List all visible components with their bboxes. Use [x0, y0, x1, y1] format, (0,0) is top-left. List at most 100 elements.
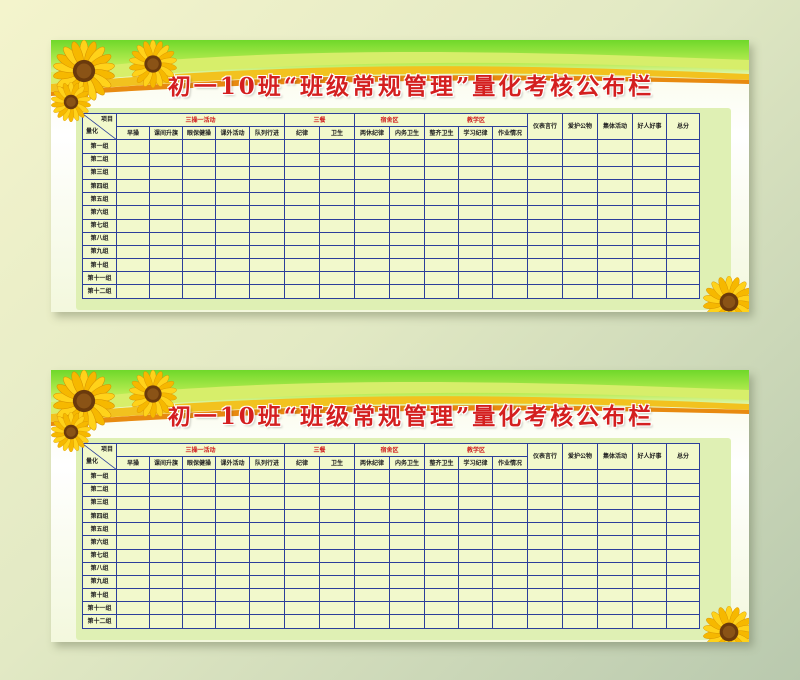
score-cell[interactable] — [182, 218, 216, 233]
score-cell[interactable] — [527, 495, 563, 510]
score-cell[interactable] — [597, 574, 633, 590]
score-cell[interactable] — [354, 271, 390, 286]
score-cell[interactable] — [424, 614, 459, 629]
score-cell[interactable] — [632, 614, 667, 629]
score-cell[interactable] — [319, 601, 355, 616]
score-cell[interactable] — [527, 588, 563, 603]
score-cell[interactable] — [632, 522, 667, 537]
score-cell[interactable] — [389, 284, 425, 299]
score-cell[interactable] — [319, 508, 355, 524]
score-cell[interactable] — [424, 561, 459, 576]
score-cell[interactable] — [249, 574, 285, 590]
score-cell[interactable] — [527, 231, 563, 246]
score-cell[interactable] — [492, 561, 528, 576]
score-cell[interactable] — [666, 535, 700, 550]
score-cell[interactable] — [116, 218, 150, 233]
score-cell[interactable] — [597, 561, 633, 576]
score-cell[interactable] — [424, 139, 459, 154]
score-cell[interactable] — [116, 178, 150, 194]
score-cell[interactable] — [562, 284, 598, 299]
score-cell[interactable] — [492, 482, 528, 497]
score-cell[interactable] — [284, 192, 320, 207]
score-cell[interactable] — [116, 258, 150, 273]
score-cell[interactable] — [666, 271, 700, 286]
score-cell[interactable] — [354, 574, 390, 590]
score-cell[interactable] — [597, 231, 633, 246]
score-cell[interactable] — [527, 482, 563, 497]
score-cell[interactable] — [632, 588, 667, 603]
score-cell[interactable] — [632, 152, 667, 167]
score-cell[interactable] — [182, 205, 216, 220]
score-cell[interactable] — [249, 139, 285, 154]
score-cell[interactable] — [492, 218, 528, 233]
score-cell[interactable] — [215, 482, 250, 497]
score-cell[interactable] — [424, 205, 459, 220]
score-cell[interactable] — [492, 508, 528, 524]
score-cell[interactable] — [458, 522, 493, 537]
score-cell[interactable] — [149, 244, 183, 260]
score-cell[interactable] — [562, 561, 598, 576]
score-cell[interactable] — [182, 522, 216, 537]
score-cell[interactable] — [389, 165, 425, 180]
score-cell[interactable] — [527, 469, 563, 484]
score-cell[interactable] — [215, 601, 250, 616]
score-cell[interactable] — [632, 244, 667, 260]
score-cell[interactable] — [666, 258, 700, 273]
score-cell[interactable] — [149, 522, 183, 537]
score-cell[interactable] — [116, 205, 150, 220]
score-cell[interactable] — [116, 152, 150, 167]
score-cell[interactable] — [116, 284, 150, 299]
score-cell[interactable] — [666, 601, 700, 616]
score-cell[interactable] — [424, 508, 459, 524]
score-cell[interactable] — [249, 178, 285, 194]
score-cell[interactable] — [424, 482, 459, 497]
score-cell[interactable] — [632, 178, 667, 194]
score-cell[interactable] — [249, 535, 285, 550]
score-cell[interactable] — [389, 178, 425, 194]
score-cell[interactable] — [492, 258, 528, 273]
score-cell[interactable] — [249, 601, 285, 616]
score-cell[interactable] — [116, 139, 150, 154]
score-cell[interactable] — [632, 271, 667, 286]
score-cell[interactable] — [424, 152, 459, 167]
score-cell[interactable] — [149, 284, 183, 299]
score-cell[interactable] — [116, 614, 150, 629]
score-cell[interactable] — [284, 574, 320, 590]
score-cell[interactable] — [527, 271, 563, 286]
score-cell[interactable] — [354, 192, 390, 207]
score-cell[interactable] — [458, 469, 493, 484]
score-cell[interactable] — [666, 548, 700, 563]
score-cell[interactable] — [424, 284, 459, 299]
score-cell[interactable] — [215, 508, 250, 524]
score-cell[interactable] — [215, 614, 250, 629]
score-cell[interactable] — [319, 218, 355, 233]
score-cell[interactable] — [149, 561, 183, 576]
score-cell[interactable] — [458, 244, 493, 260]
score-cell[interactable] — [215, 548, 250, 563]
score-cell[interactable] — [389, 244, 425, 260]
score-cell[interactable] — [562, 482, 598, 497]
score-cell[interactable] — [389, 152, 425, 167]
score-cell[interactable] — [597, 152, 633, 167]
score-cell[interactable] — [354, 231, 390, 246]
score-cell[interactable] — [458, 508, 493, 524]
score-cell[interactable] — [319, 535, 355, 550]
score-cell[interactable] — [424, 271, 459, 286]
score-cell[interactable] — [249, 548, 285, 563]
score-cell[interactable] — [424, 574, 459, 590]
score-cell[interactable] — [116, 561, 150, 576]
score-cell[interactable] — [182, 165, 216, 180]
score-cell[interactable] — [354, 205, 390, 220]
score-cell[interactable] — [492, 178, 528, 194]
score-cell[interactable] — [354, 548, 390, 563]
score-cell[interactable] — [249, 508, 285, 524]
score-cell[interactable] — [354, 152, 390, 167]
score-cell[interactable] — [527, 139, 563, 154]
score-cell[interactable] — [319, 192, 355, 207]
score-cell[interactable] — [424, 178, 459, 194]
score-cell[interactable] — [632, 231, 667, 246]
score-cell[interactable] — [284, 482, 320, 497]
score-cell[interactable] — [389, 588, 425, 603]
score-cell[interactable] — [319, 522, 355, 537]
score-cell[interactable] — [116, 601, 150, 616]
